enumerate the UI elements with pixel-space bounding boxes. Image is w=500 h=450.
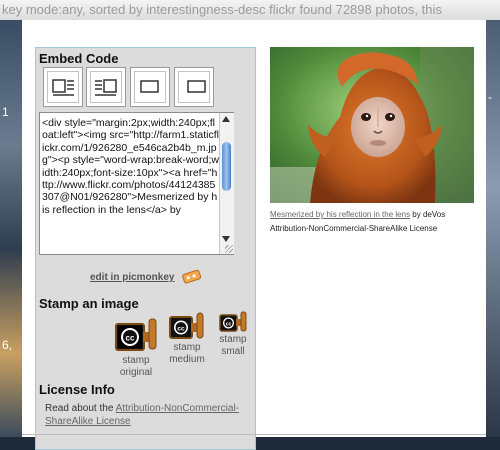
stamp-small-label-1: stamp <box>219 334 247 345</box>
stamp-medium-label-2: medium <box>169 354 205 365</box>
stamp-medium-label-1: stamp <box>173 342 201 353</box>
license-info-title: License Info <box>39 382 115 397</box>
photo-caption: Mesmerized by his reflection in the lens… <box>270 208 485 236</box>
stamp-original-button[interactable]: cc stamp original <box>113 313 159 379</box>
background-left-text: 6, <box>2 338 13 352</box>
cc-stamp-icon: cc <box>169 312 204 339</box>
background-right-column: - <box>486 20 500 437</box>
background-search-summary: key mode:any, sorted by interestingness-… <box>0 0 500 20</box>
cc-stamp-icon: cc <box>115 318 157 351</box>
photo-title-link[interactable]: Mesmerized by his reflection in the lens <box>270 210 410 219</box>
background-left-column: 1 6, <box>0 20 22 437</box>
stamp-image-title: Stamp an image <box>39 296 139 311</box>
stamp-small-label-2: small <box>221 346 245 357</box>
scroll-thumb[interactable] <box>222 142 231 191</box>
monkey-photo[interactable] <box>270 47 474 203</box>
embed-code-title: Embed Code <box>39 51 119 66</box>
stamp-original-label-1: stamp <box>122 355 150 366</box>
align-right-wrap-button[interactable] <box>86 67 126 107</box>
align-right-wrap-icon <box>95 79 117 96</box>
stamp-medium-button[interactable]: cc stamp medium <box>165 310 209 366</box>
align-left-button[interactable] <box>130 67 170 107</box>
svg-text:cc: cc <box>226 321 232 327</box>
align-left-wrap-icon <box>52 79 74 96</box>
dialog-divider <box>22 434 486 435</box>
edit-in-picmonkey-link[interactable]: edit in picmonkey <box>90 272 174 283</box>
background-right-text: - <box>488 90 492 104</box>
license-prefix: Read about the <box>45 403 116 414</box>
background-left-text: 1 <box>2 105 9 119</box>
scroll-down-icon[interactable] <box>222 236 230 242</box>
stamp-original-label-2: original <box>119 367 153 378</box>
stamp-small-button[interactable]: cc stamp small <box>213 310 253 358</box>
svg-text:cc: cc <box>177 326 185 333</box>
scroll-up-icon[interactable] <box>222 116 230 122</box>
photo-author: by deVos <box>410 210 446 219</box>
align-right-icon <box>187 80 206 93</box>
photo-license: Attribution-NonCommercial-ShareAlike Lic… <box>270 224 438 233</box>
embed-panel: Embed Code <div style="margin:2px;width:… <box>35 47 256 450</box>
embed-dialog: Embed Code <div style="margin:2px;width:… <box>22 20 486 450</box>
svg-text:cc: cc <box>126 334 135 343</box>
align-left-wrap-button[interactable] <box>43 67 83 107</box>
align-left-icon <box>140 80 159 93</box>
embed-code-scrollbar[interactable] <box>219 113 234 254</box>
picmonkey-icon[interactable] <box>181 268 203 284</box>
resize-grip-icon[interactable] <box>225 245 233 253</box>
license-info-text: Read about the Attribution-NonCommercial… <box>45 402 250 428</box>
align-right-button[interactable] <box>174 67 214 107</box>
cc-stamp-icon: cc <box>219 311 247 332</box>
embed-code-textarea[interactable]: <div style="margin:2px;width:240px;float… <box>39 112 234 255</box>
